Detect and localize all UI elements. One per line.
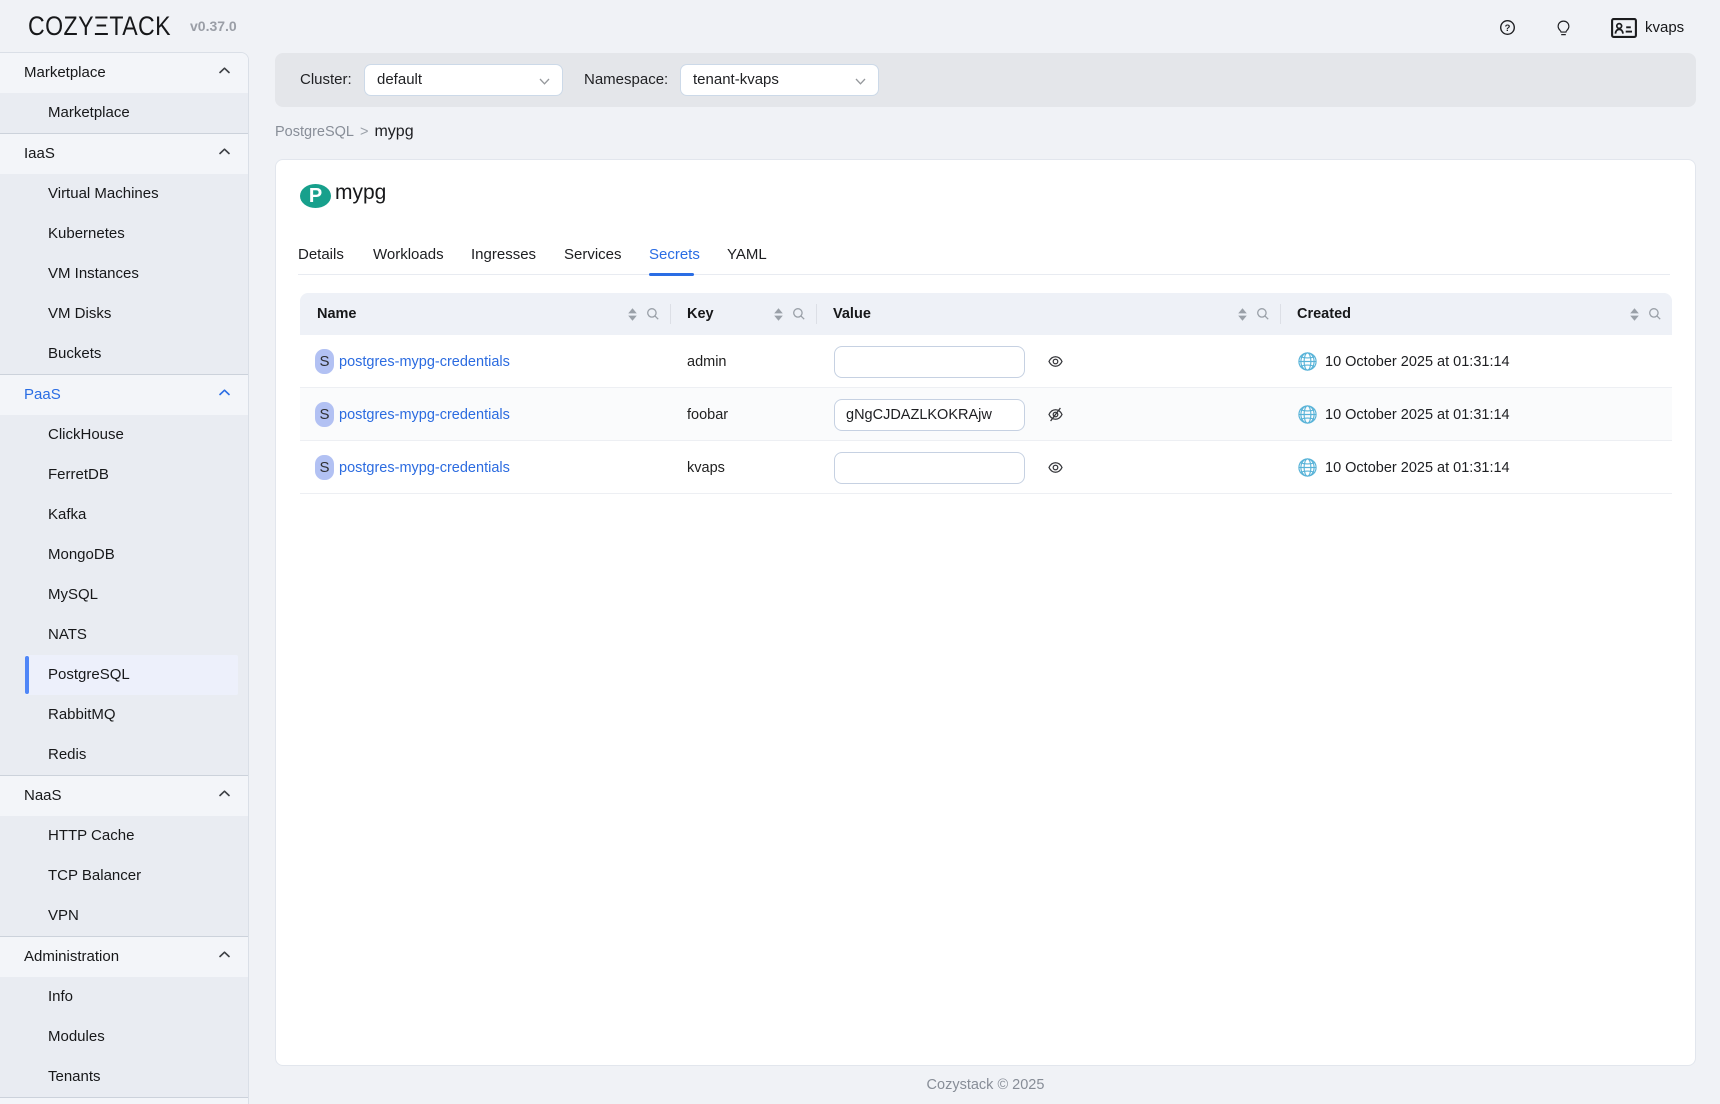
svg-text:?: ?: [1505, 23, 1511, 34]
